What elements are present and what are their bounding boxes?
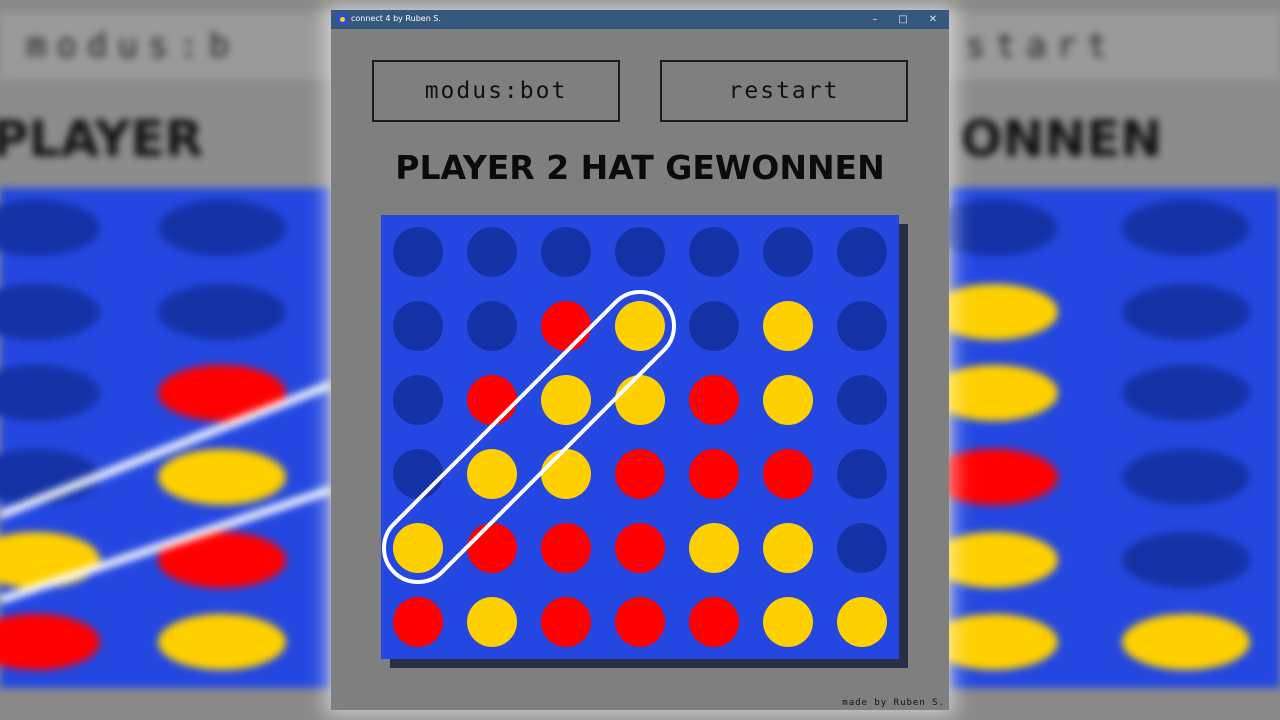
credit-text: made by Ruben S. [842,698,945,708]
app-icon [337,14,348,24]
bg-disc-red [930,449,1058,505]
bg-disc-empty [1122,284,1250,340]
bg-disc-yellow [930,532,1058,588]
bg-restart-text: start [965,26,1118,66]
bg-disc-empty [1122,449,1250,505]
winning-line-highlight [381,289,677,585]
window-title: connect 4 by Ruben S. [351,14,441,23]
title-bar[interactable]: connect 4 by Ruben S. – □ ✕ [331,10,949,29]
bg-disc-yellow [930,365,1058,421]
mode-button[interactable]: modus:bot [372,60,620,122]
game-window: connect 4 by Ruben S. – □ ✕ modus:bot re… [331,10,949,710]
close-icon[interactable]: ✕ [919,10,947,29]
bg-disc-empty [1122,365,1250,421]
bg-disc-yellow [930,284,1058,340]
minimize-icon[interactable]: – [861,10,889,29]
winner-message: PLAYER 2 HAT GEWONNEN [395,148,885,187]
bg-disc-yellow [1122,614,1250,670]
bg-winning-line-path [0,381,332,604]
game-board[interactable] [381,215,899,659]
bg-disc-empty [930,200,1058,256]
bg-heading-right: ONNEN [960,110,1163,168]
restart-button[interactable]: restart [660,60,908,122]
maximize-icon[interactable]: □ [889,10,917,29]
bg-disc-empty [1122,200,1250,256]
bg-disc-empty [1122,532,1250,588]
bg-disc-yellow [930,614,1058,670]
bg-winning-line [0,381,332,604]
bg-board-right [950,188,1280,688]
